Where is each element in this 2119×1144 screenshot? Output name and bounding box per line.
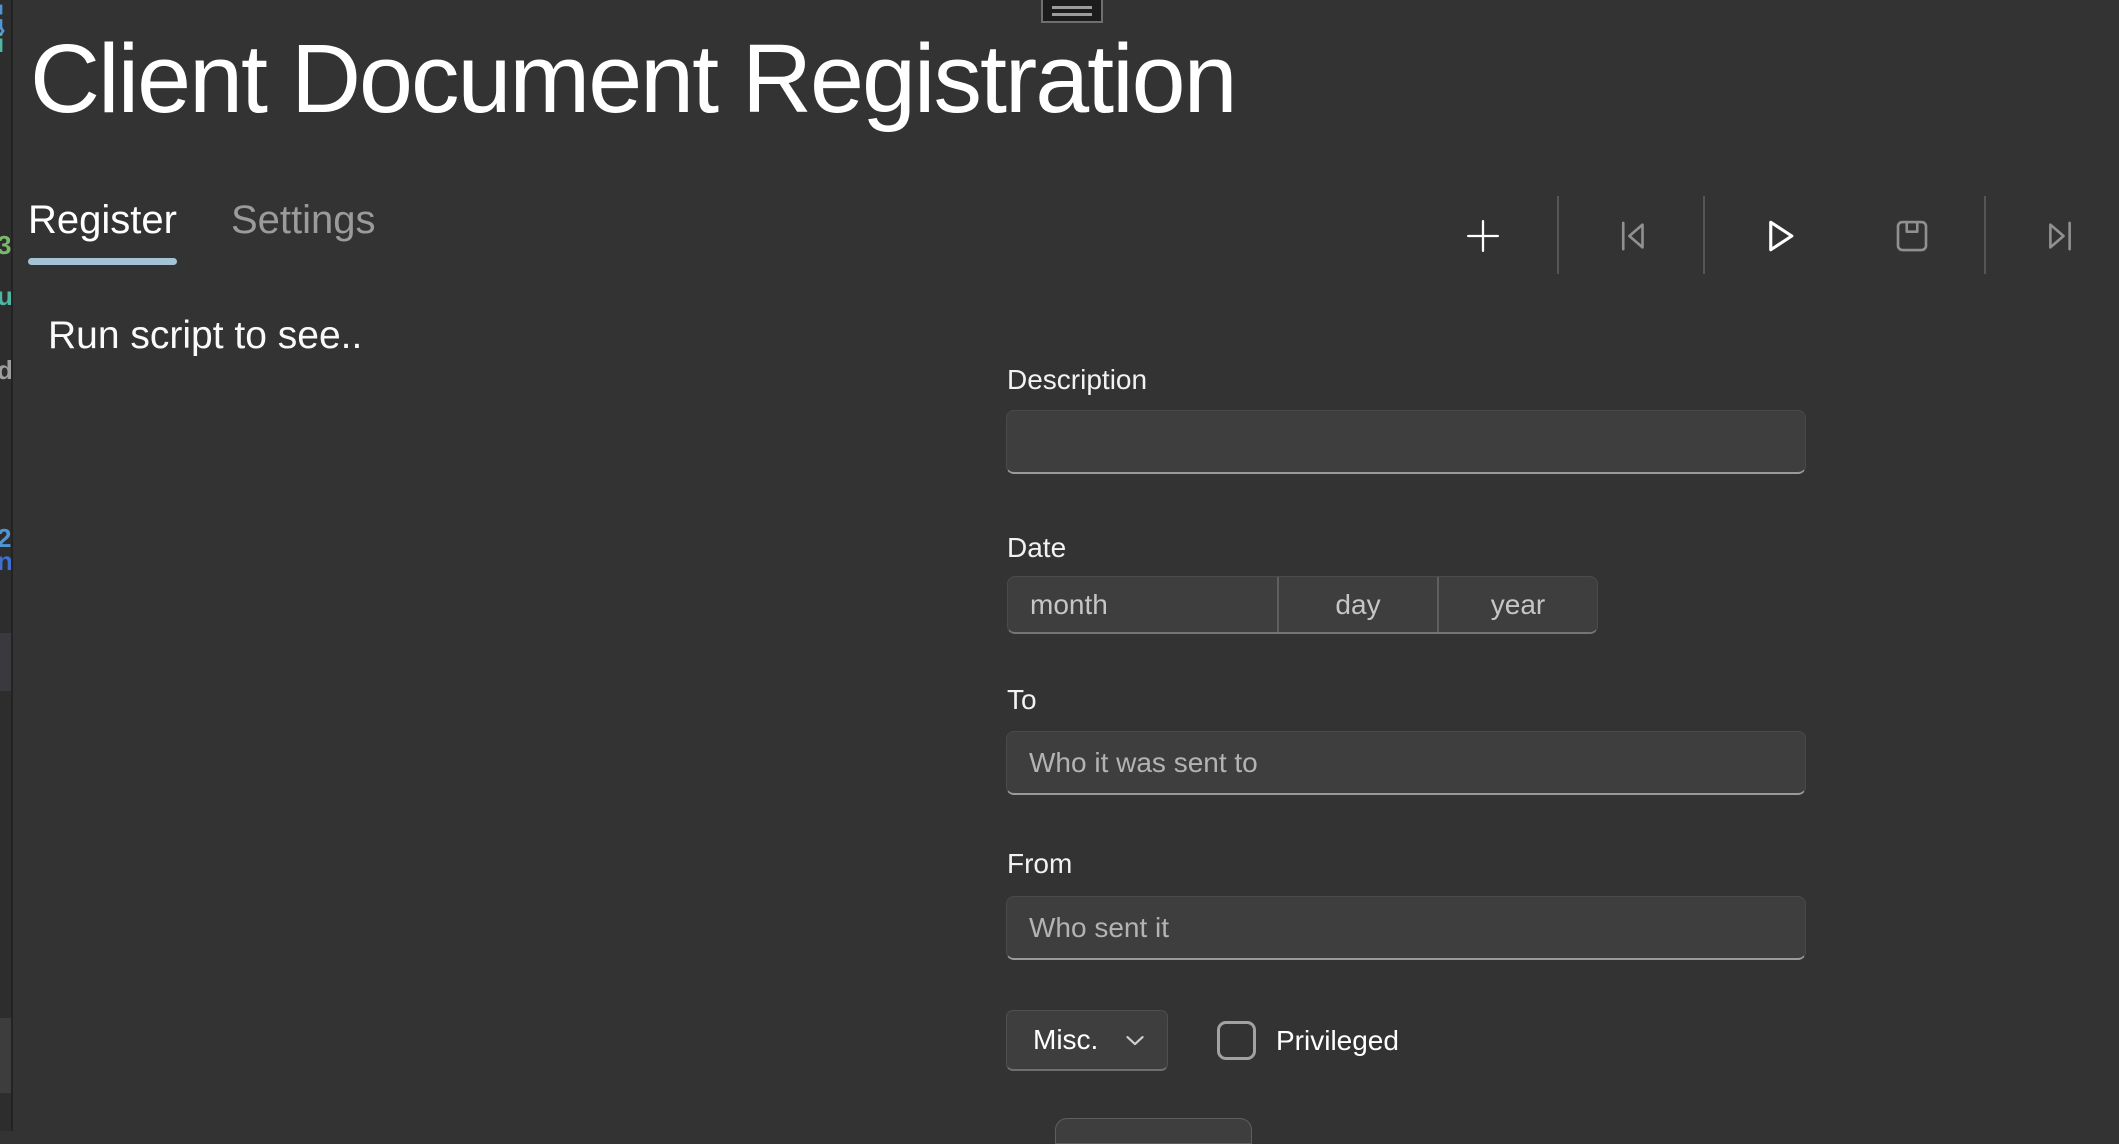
last-record-button[interactable] xyxy=(2038,214,2082,258)
category-dropdown[interactable]: Misc. xyxy=(1006,1010,1168,1071)
privileged-checkbox[interactable] xyxy=(1217,1021,1256,1060)
date-year-segment[interactable]: year xyxy=(1437,577,1597,632)
edge-glyph: d xyxy=(0,357,13,383)
active-tab-indicator xyxy=(28,258,177,265)
tab-settings[interactable]: Settings xyxy=(231,196,376,266)
skip-to-start-icon xyxy=(1611,215,1653,257)
play-icon xyxy=(1757,213,1801,259)
first-record-button[interactable] xyxy=(1610,214,1654,258)
tab-register-label: Register xyxy=(28,198,177,242)
toolbar-separator xyxy=(1703,196,1705,274)
edge-scrollbar-block xyxy=(0,1018,13,1093)
to-label: To xyxy=(1007,684,1037,716)
page-title: Client Document Registration xyxy=(30,18,1236,139)
plus-icon xyxy=(1462,215,1504,257)
toolbar-separator xyxy=(1984,196,1986,274)
grip-lines-icon xyxy=(1052,6,1092,9)
edge-glyph: i xyxy=(0,30,4,56)
window-drag-handle[interactable] xyxy=(1041,0,1103,23)
privileged-checkbox-row[interactable]: Privileged xyxy=(1217,1021,1399,1060)
tab-settings-label: Settings xyxy=(231,198,376,242)
privileged-label: Privileged xyxy=(1276,1025,1399,1057)
edge-glyph: 3 xyxy=(0,232,11,258)
empty-state-text: Run script to see.. xyxy=(48,314,362,358)
date-picker[interactable]: month day year xyxy=(1007,576,1598,634)
chevron-down-icon xyxy=(1121,1026,1149,1054)
from-input[interactable] xyxy=(1006,896,1806,960)
description-label: Description xyxy=(1007,364,1147,396)
tab-register[interactable]: Register xyxy=(28,196,177,266)
toolbar-separator xyxy=(1557,196,1559,274)
description-input[interactable] xyxy=(1006,410,1806,474)
add-record-button[interactable] xyxy=(1461,214,1505,258)
to-input[interactable] xyxy=(1006,731,1806,795)
background-window-edge: ¦ › i 3 u d 2 n xyxy=(0,0,13,1131)
tab-bar: Register Settings xyxy=(28,196,375,266)
category-selected-value: Misc. xyxy=(1033,1024,1098,1056)
date-day-segment[interactable]: day xyxy=(1277,577,1437,632)
skip-to-end-icon xyxy=(2039,215,2081,257)
date-label: Date xyxy=(1007,532,1066,564)
run-script-button[interactable] xyxy=(1757,214,1801,258)
from-label: From xyxy=(1007,848,1072,880)
date-month-segment[interactable]: month xyxy=(1008,577,1277,632)
edge-glyph: n xyxy=(0,548,13,574)
edge-highlight-block xyxy=(0,633,13,691)
clipped-bottom-button[interactable] xyxy=(1055,1118,1252,1144)
grip-lines-icon xyxy=(1052,13,1092,16)
save-button[interactable] xyxy=(1890,214,1934,258)
save-floppy-icon xyxy=(1891,215,1933,257)
edge-glyph: u xyxy=(0,283,13,309)
